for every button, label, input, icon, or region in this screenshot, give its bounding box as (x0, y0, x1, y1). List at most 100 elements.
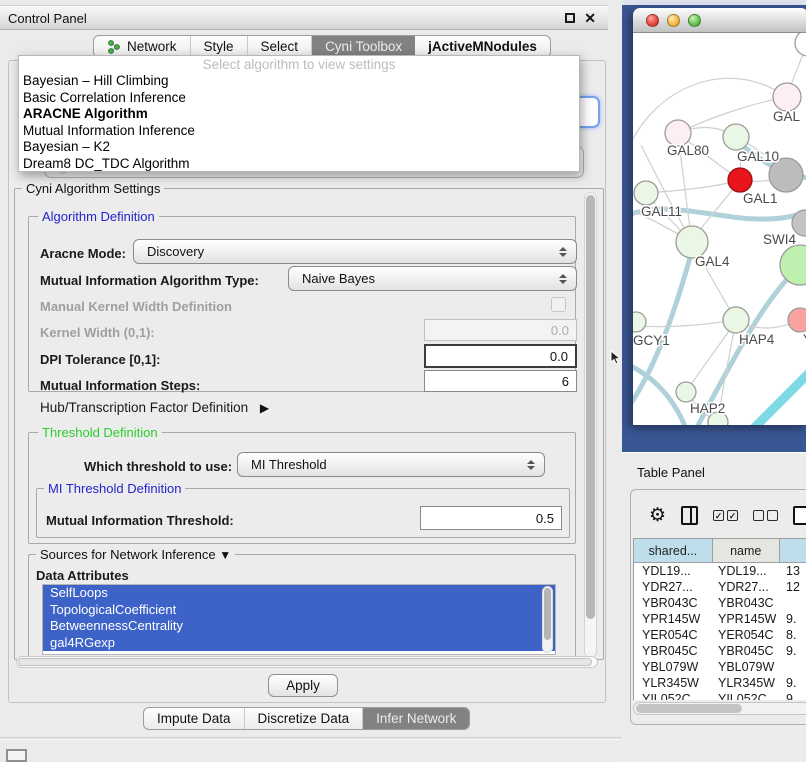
checkbox-checked-icon: ✓ (727, 510, 738, 521)
aracne-mode-combo[interactable]: Discovery (133, 239, 577, 264)
scrollbar-thumb[interactable] (636, 704, 742, 713)
threshold-definition-title: Threshold Definition (38, 425, 162, 440)
network-node[interactable] (633, 312, 646, 332)
table-body: YDL19...YDL19...13 YDR27...YDR27...12 YB… (634, 563, 806, 700)
table-row[interactable]: YBR045CYBR045C9. (634, 643, 806, 659)
attribute-item-selected[interactable]: gal4RGexp (43, 635, 555, 652)
attribute-item-selected[interactable]: TopologicalCoefficient (43, 602, 555, 619)
tab-label: jActiveMNodules (428, 39, 537, 54)
minimized-panel-icon[interactable] (6, 749, 27, 762)
which-threshold-value: MI Threshold (251, 457, 327, 472)
network-node[interactable] (773, 83, 801, 111)
network-node[interactable] (788, 308, 806, 332)
network-node[interactable] (723, 307, 749, 333)
kernel-width-input[interactable]: 0.0 (424, 319, 577, 341)
manual-kernel-label: Manual Kernel Width Definition (40, 299, 232, 314)
mi-steps-input[interactable]: 6 (424, 370, 577, 392)
tab-label: Network (127, 39, 177, 54)
network-node[interactable] (634, 181, 658, 205)
table-row[interactable]: YBR043CYBR043C (634, 595, 806, 611)
dpi-tolerance-value: 0.0 (550, 349, 568, 364)
algorithm-option[interactable]: Bayesian – K2 (19, 139, 579, 156)
cell: YIL052C (710, 692, 778, 700)
close-traffic-light-icon[interactable] (646, 14, 659, 27)
table-row[interactable]: YLR345WYLR345W9. (634, 675, 806, 691)
gear-icon[interactable]: ⚙ (649, 506, 666, 525)
mi-threshold-group-title: MI Threshold Definition (44, 481, 185, 496)
manual-kernel-checkbox[interactable] (551, 297, 566, 312)
mouse-cursor-icon (610, 350, 622, 366)
cell: YIL052C (634, 692, 710, 700)
network-window-titlebar[interactable] (633, 8, 806, 33)
network-node[interactable] (795, 33, 806, 56)
tab-network[interactable]: Network (94, 36, 191, 57)
scrollbar-thumb[interactable] (18, 658, 592, 666)
dpi-tolerance-input[interactable]: 0.0 (424, 344, 577, 368)
tab-label: Discretize Data (258, 711, 350, 726)
tab-cyni-toolbox[interactable]: Cyni Toolbox (312, 36, 415, 57)
table-horizontal-scrollbar[interactable] (633, 702, 806, 715)
split-columns-icon[interactable] (681, 506, 698, 525)
tab-jactivemnodules[interactable]: jActiveMNodules (415, 36, 550, 57)
network-canvas[interactable]: GAL GAL80 GAL10 GAL1 GAL11 GAL4 SWI4 GCY… (633, 33, 806, 425)
tab-infer-network[interactable]: Infer Network (363, 708, 469, 729)
algorithm-option[interactable]: Bayesian – Hill Climbing (19, 73, 579, 90)
table-header-clipped[interactable] (780, 539, 806, 562)
node-label: HAP4 (739, 332, 775, 347)
kernel-width-label: Kernel Width (0,1): (40, 325, 155, 340)
right-workspace: GAL GAL80 GAL10 GAL1 GAL11 GAL4 SWI4 GCY… (622, 0, 806, 762)
network-node-red[interactable] (728, 168, 752, 192)
mi-type-combo[interactable]: Naive Bayes (288, 266, 577, 291)
control-panel-titlebar: Control Panel ✕ (0, 5, 608, 30)
network-node[interactable] (780, 245, 806, 285)
which-threshold-combo[interactable]: MI Threshold (237, 452, 545, 477)
network-node[interactable] (676, 382, 696, 402)
aracne-mode-value: Discovery (147, 244, 204, 259)
scrollbar-thumb[interactable] (544, 588, 551, 640)
table-row[interactable]: YDL19...YDL19...13 (634, 563, 806, 579)
node-label: SWI4 (763, 232, 796, 247)
settings-vertical-scrollbar[interactable] (584, 192, 597, 658)
table-row[interactable]: YPR145WYPR145W9. (634, 611, 806, 627)
attributes-list-scrollbar[interactable] (542, 586, 553, 653)
hub-section-toggle[interactable]: Hub/Transcription Factor Definition ▶ (40, 400, 269, 415)
tab-style[interactable]: Style (191, 36, 248, 57)
sources-group-toggle[interactable]: Sources for Network Inference ▼ (36, 547, 235, 562)
tab-discretize-data[interactable]: Discretize Data (245, 708, 364, 729)
tab-select[interactable]: Select (248, 36, 313, 57)
apply-button[interactable]: Apply (268, 674, 338, 697)
zoom-traffic-light-icon[interactable] (688, 14, 701, 27)
close-icon[interactable]: ✕ (584, 11, 596, 25)
table-row[interactable]: YBL079WYBL079W (634, 659, 806, 675)
unchecked-boxes-icon[interactable] (753, 510, 778, 521)
table-row[interactable]: YDR27...YDR27...12 (634, 579, 806, 595)
new-file-icon[interactable] (793, 506, 806, 525)
node-label: GAL1 (743, 191, 778, 206)
algorithm-option-selected[interactable]: ARACNE Algorithm (19, 106, 579, 123)
checked-boxes-icon[interactable]: ✓ ✓ (713, 510, 738, 521)
table-row[interactable]: YER054CYER054C8. (634, 627, 806, 643)
table-header-shared-name[interactable]: shared... (634, 539, 713, 562)
algorithm-option[interactable]: Dream8 DC_TDC Algorithm (19, 156, 579, 173)
scrollbar-thumb[interactable] (586, 195, 595, 619)
mi-type-value: Naive Bayes (302, 271, 375, 286)
attribute-item-selected[interactable]: SelfLoops (43, 585, 555, 602)
table-header-row: shared... name (634, 539, 806, 563)
tab-impute-data[interactable]: Impute Data (144, 708, 245, 729)
panel-divider (0, 737, 622, 740)
attribute-item-selected[interactable]: BetweennessCentrality (43, 618, 555, 635)
cell: YLR345W (710, 676, 778, 690)
table-header-name[interactable]: name (713, 539, 780, 562)
dpi-tolerance-label: DPI Tolerance [0,1]: (40, 352, 160, 367)
table-toolbar: ⚙ ✓ ✓ (649, 498, 806, 532)
settings-horizontal-scrollbar[interactable] (16, 656, 598, 668)
restore-icon[interactable] (565, 13, 575, 23)
algorithm-option[interactable]: Basic Correlation Inference (19, 90, 579, 107)
node-label: GAL4 (695, 254, 730, 269)
network-node[interactable] (723, 124, 749, 150)
table-row[interactable]: YIL052CYIL052C9 (634, 691, 806, 700)
minimize-traffic-light-icon[interactable] (667, 14, 680, 27)
algorithm-option[interactable]: Mutual Information Inference (19, 123, 579, 140)
mi-threshold-input[interactable]: 0.5 (420, 506, 562, 530)
node-label: GAL (773, 109, 801, 124)
